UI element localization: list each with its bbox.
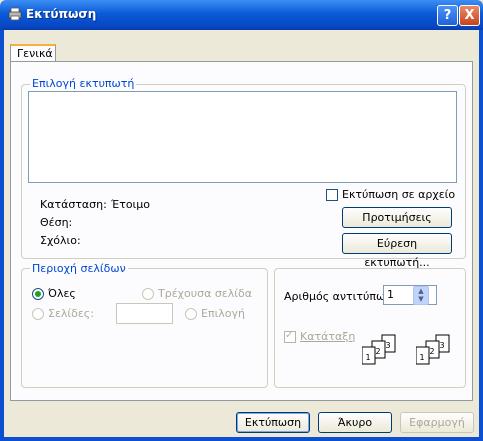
window-frame-left xyxy=(0,30,4,441)
title-bar[interactable]: Εκτύπωση ? X xyxy=(0,0,483,30)
print-button[interactable]: Εκτύπωση xyxy=(236,412,310,433)
pages-label[interactable]: Σελίδες: xyxy=(48,307,94,320)
location-label: Θέση: xyxy=(40,216,73,229)
pages-radio[interactable] xyxy=(32,308,44,320)
window-frame-bottom xyxy=(0,437,483,441)
collate-page-1-number: 1 xyxy=(419,353,424,362)
print-to-file-checkbox[interactable] xyxy=(326,189,338,201)
cancel-button[interactable]: Άκυρο xyxy=(318,412,392,433)
collate-page-3-number: 3 xyxy=(439,341,444,350)
current-page-radio[interactable] xyxy=(142,288,154,300)
collate-page-1-number: 1 xyxy=(365,353,370,362)
selection-radio[interactable] xyxy=(185,308,197,320)
print-to-file-label[interactable]: Εκτύπωση σε αρχείο xyxy=(342,188,455,201)
spin-up-icon: ▲ xyxy=(418,287,424,295)
window-frame-right xyxy=(479,30,483,441)
all-pages-label[interactable]: Όλες xyxy=(48,287,76,300)
collate-page-3-number: 3 xyxy=(385,341,390,350)
window-title: Εκτύπωση xyxy=(26,7,97,21)
page-range-group xyxy=(21,268,268,388)
spin-down-icon: ▼ xyxy=(418,295,424,303)
number-of-copies-label: Αριθμός αντιτύπων xyxy=(284,290,392,303)
printer-icon xyxy=(8,7,22,21)
find-printer-button[interactable]: Εύρεση εκτυπωτή... xyxy=(342,233,452,269)
preferences-button[interactable]: Προτιμήσεις xyxy=(342,207,452,228)
pages-input[interactable] xyxy=(116,303,173,324)
tab-general[interactable]: Γενικά xyxy=(10,44,56,62)
printer-list[interactable] xyxy=(28,91,457,183)
selection-label[interactable]: Επιλογή xyxy=(201,307,245,320)
print-dialog: Εκτύπωση ? X Γενικά Επιλογή εκτυπωτή Εκτ… xyxy=(0,0,483,441)
copies-spinner[interactable]: ▲ ▼ xyxy=(413,286,429,305)
status-label: Κατάσταση: xyxy=(40,198,107,211)
all-pages-radio[interactable] xyxy=(32,288,44,300)
collate-page-2-number: 2 xyxy=(429,347,434,356)
collate-pages-icon: 3 2 1 xyxy=(362,334,396,365)
copies-group xyxy=(274,268,466,388)
printer-select-legend: Επιλογή εκτυπωτή xyxy=(30,77,137,90)
collate-page-2-number: 2 xyxy=(375,347,380,356)
collate-checkbox[interactable] xyxy=(284,330,296,343)
comment-label: Σχόλιο: xyxy=(40,234,81,247)
collate-pages-icon: 3 2 1 xyxy=(416,334,450,365)
help-button[interactable]: ? xyxy=(437,5,458,26)
collate-label[interactable]: Κατάταξη xyxy=(300,330,355,343)
status-value: Έτοιμο xyxy=(111,198,151,211)
apply-button[interactable]: Εφαρμογή xyxy=(400,412,474,433)
current-page-label[interactable]: Τρέχουσα σελίδα xyxy=(158,287,252,300)
page-range-legend: Περιοχή σελίδων xyxy=(30,262,128,275)
close-button[interactable]: X xyxy=(459,5,480,26)
